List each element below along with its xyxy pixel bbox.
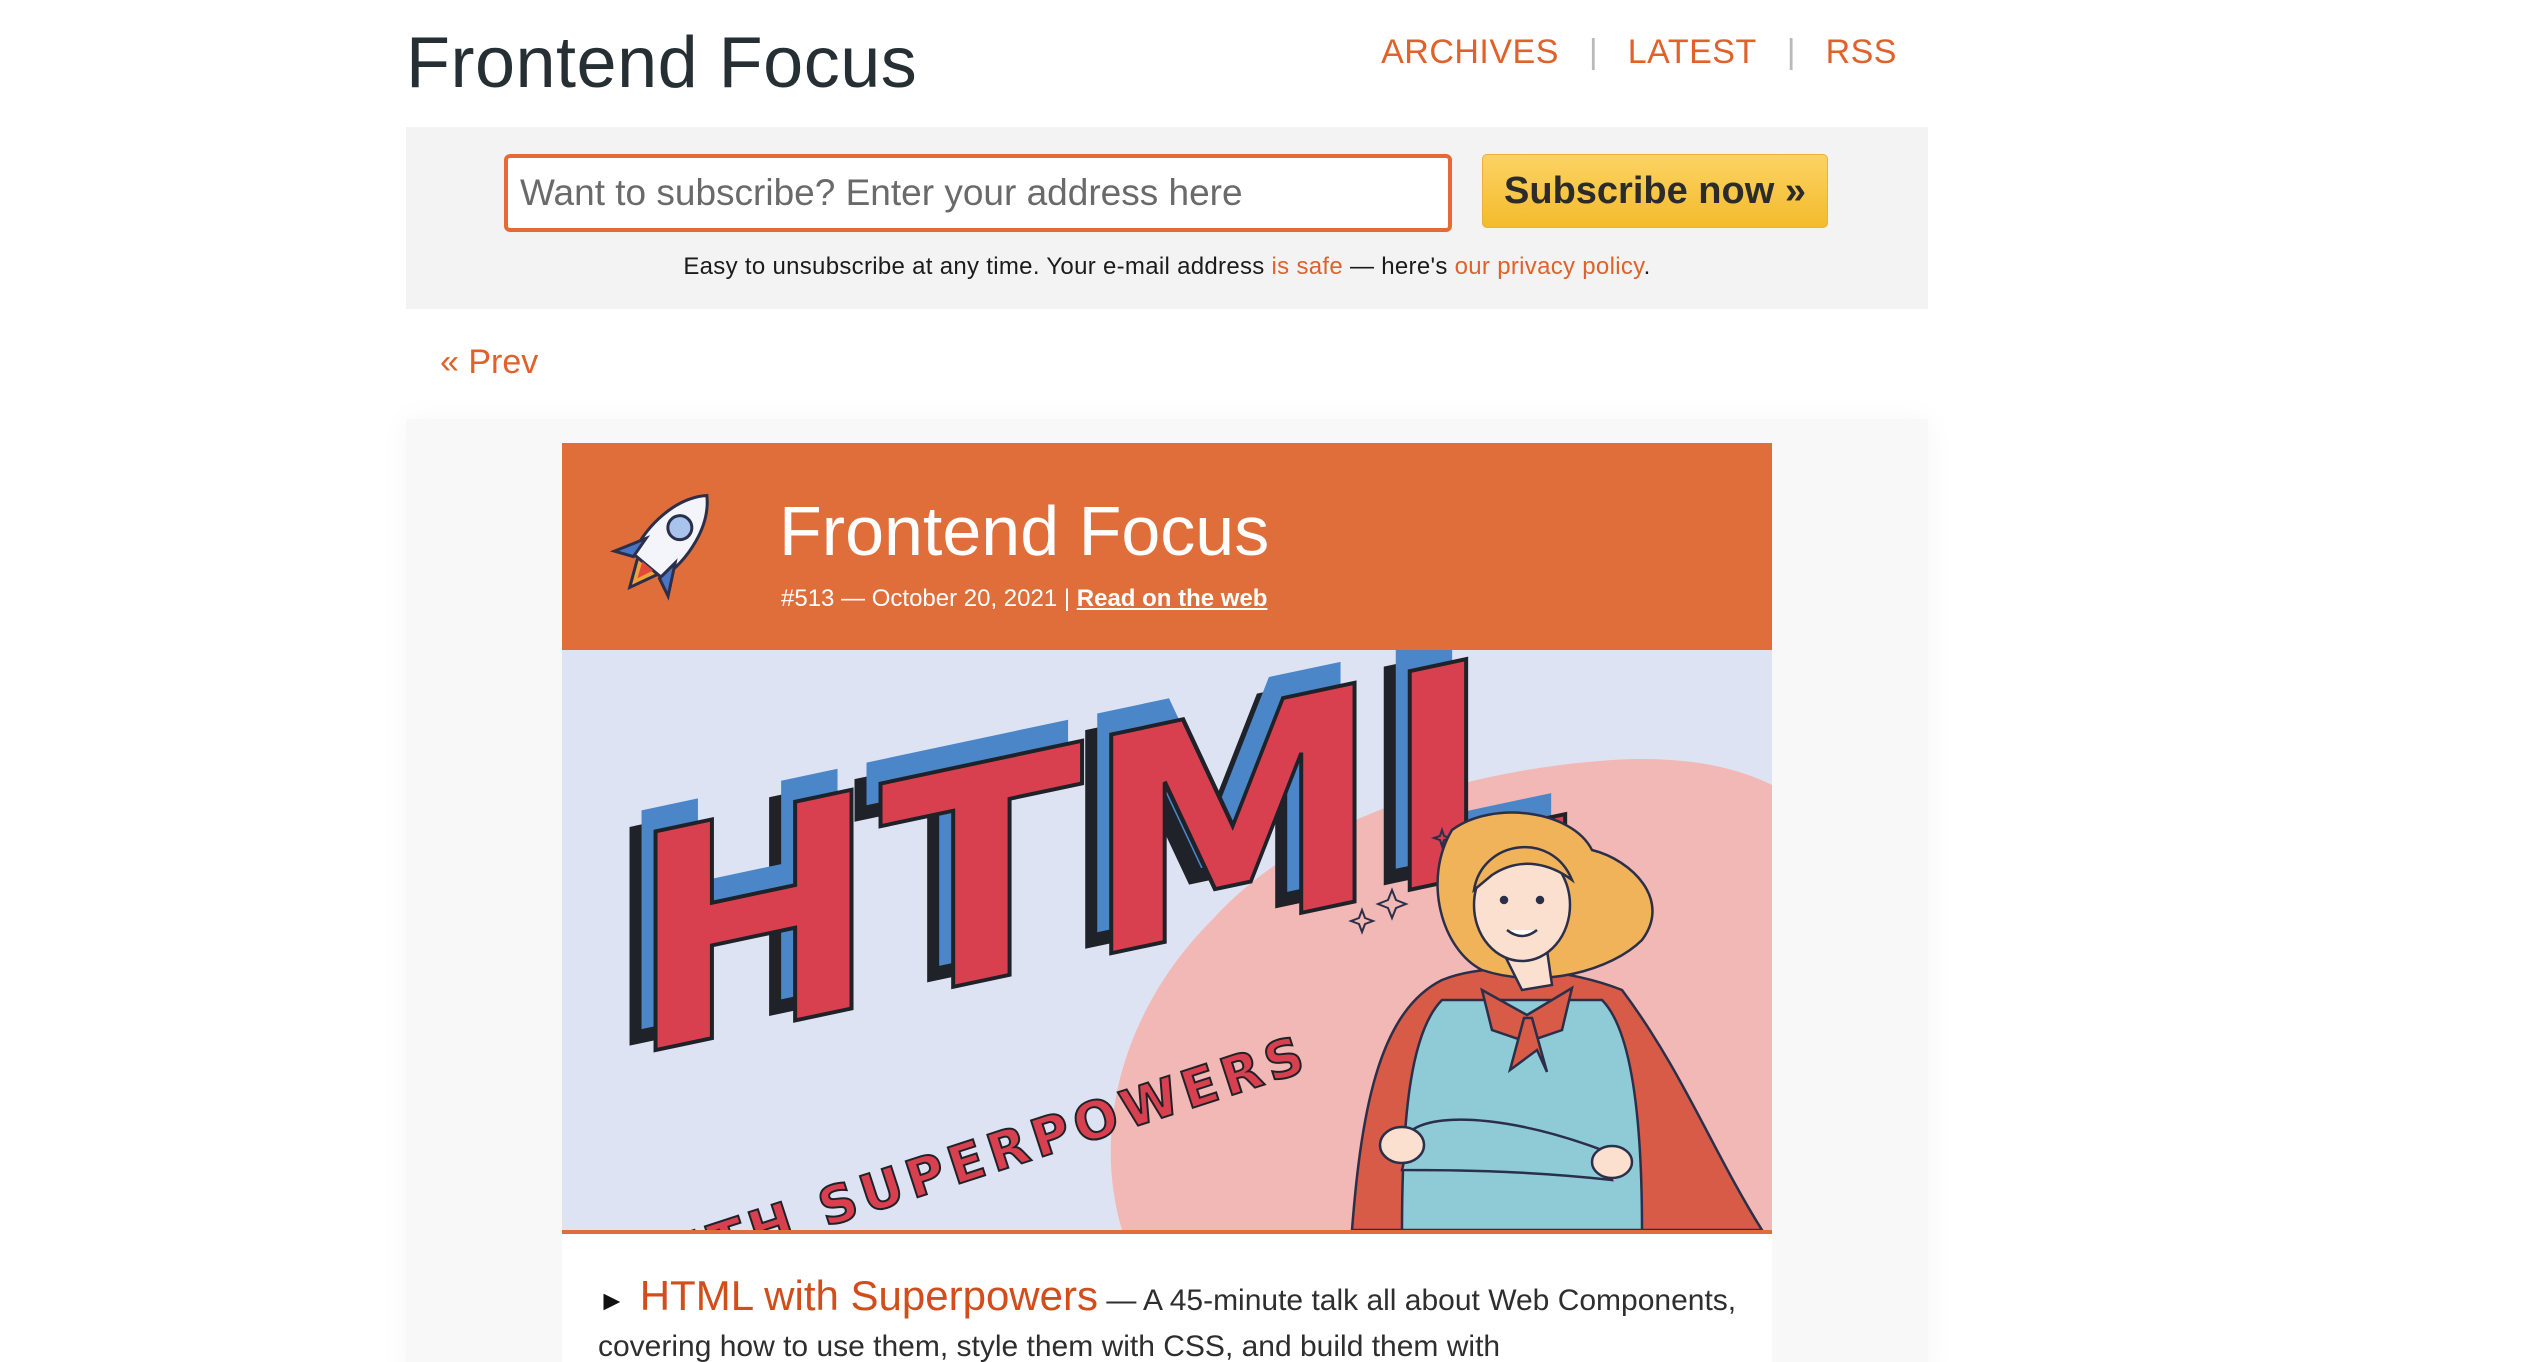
- issue-meta: #513 — October 20, 2021 | Read on the we…: [781, 583, 1267, 615]
- article-title-link[interactable]: HTML with Superpowers: [640, 1272, 1098, 1319]
- nav-separator: |: [1588, 33, 1598, 71]
- site-title[interactable]: Frontend Focus: [406, 18, 917, 108]
- is-safe-link[interactable]: is safe: [1272, 253, 1343, 280]
- subscribe-button[interactable]: Subscribe now »: [1482, 154, 1828, 228]
- prev-issue-link[interactable]: « Prev: [440, 343, 538, 382]
- newsletter-issue: Frontend Focus #513 — October 20, 2021 |…: [562, 443, 1772, 1362]
- subscribe-bar: Subscribe now » Easy to unsubscribe at a…: [406, 127, 1928, 309]
- privacy-policy-link[interactable]: our privacy policy: [1455, 253, 1644, 280]
- article-item: ► HTML with Superpowers — A 45-minute tal…: [598, 1273, 1738, 1362]
- subscribe-note-text: Easy to unsubscribe at any time. Your e-…: [683, 253, 1272, 280]
- read-on-web-link[interactable]: Read on the web: [1077, 585, 1268, 612]
- nav-rss-link[interactable]: RSS: [1826, 30, 1897, 74]
- issue-number-date: #513 — October 20, 2021 |: [781, 585, 1077, 612]
- nav-archives-link[interactable]: ARCHIVES: [1381, 30, 1559, 74]
- triangle-bullet-icon: ►: [598, 1285, 626, 1316]
- html-superpowers-illustration: HTML HTML HTML WITH SUPERPOWERS: [602, 650, 1772, 1230]
- rocket-icon: [609, 493, 709, 601]
- email-subscribe-input[interactable]: [504, 154, 1452, 232]
- nav-separator: |: [1786, 33, 1796, 71]
- hero-illustration[interactable]: HTML HTML HTML WITH SUPERPOWERS: [562, 650, 1772, 1234]
- subscribe-note-text: .: [1643, 253, 1651, 280]
- subscribe-note-text: — here's: [1343, 253, 1455, 280]
- issue-container: Frontend Focus #513 — October 20, 2021 |…: [406, 419, 1928, 1362]
- subscribe-note: Easy to unsubscribe at any time. Your e-…: [406, 253, 1928, 281]
- page: Frontend Focus ARCHIVES | LATEST | RSS S…: [0, 0, 2530, 1362]
- nav-latest-link[interactable]: LATEST: [1628, 30, 1757, 74]
- issue-title: Frontend Focus: [779, 492, 1270, 570]
- issue-header: Frontend Focus #513 — October 20, 2021 |…: [562, 443, 1772, 650]
- top-nav: ARCHIVES | LATEST | RSS: [1381, 30, 1897, 74]
